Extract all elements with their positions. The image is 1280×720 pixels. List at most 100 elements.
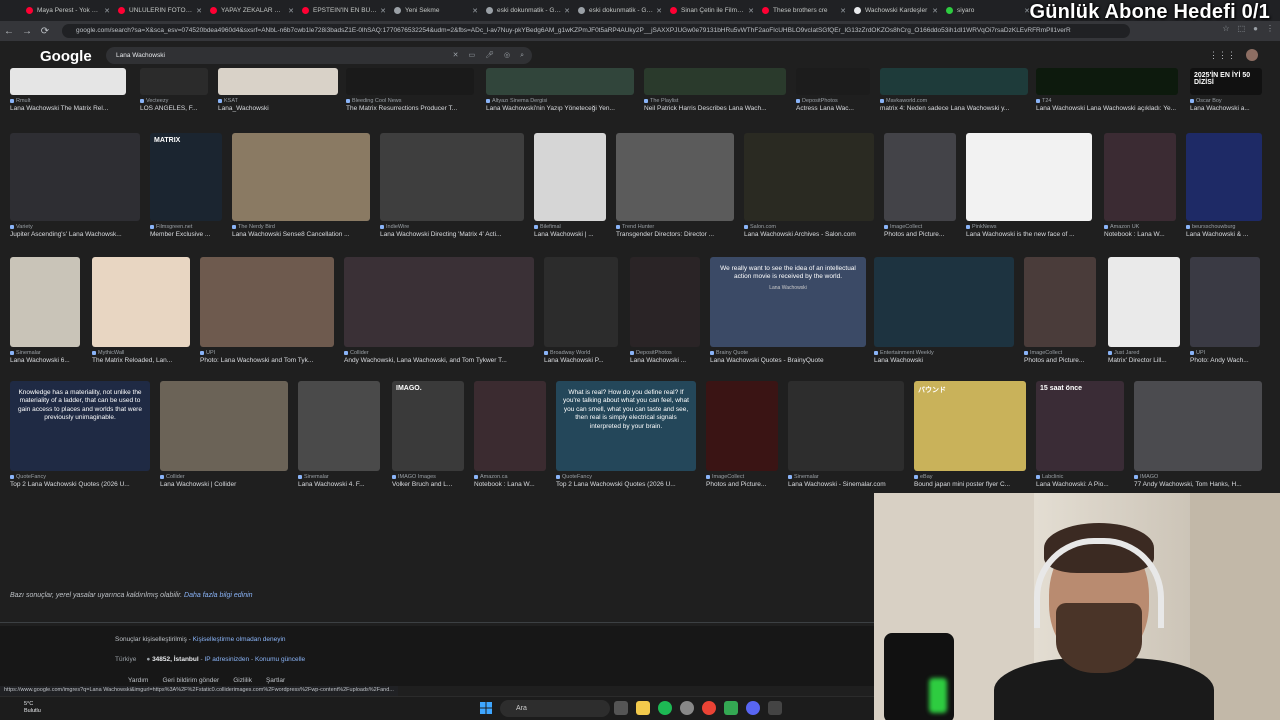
result-source[interactable]: UPI (200, 350, 334, 356)
result-thumbnail[interactable] (1134, 381, 1262, 471)
result-source[interactable]: Bleeding Cool News (346, 98, 474, 104)
bookmark-star-icon[interactable]: ☆ (1222, 24, 1229, 33)
result-source[interactable]: KSAT (218, 98, 338, 104)
result-source[interactable]: Collider (160, 474, 288, 480)
ip-address-link[interactable]: IP adresinizden (204, 656, 249, 663)
result-thumbnail[interactable] (1036, 68, 1178, 95)
result-thumbnail[interactable] (380, 133, 524, 221)
result-title[interactable]: Photos and Picture... (1024, 357, 1096, 364)
image-result[interactable]: 2025'İN EN İYİ 50 DİZİSİ Oscar Boy Lana Wa… (1190, 68, 1262, 112)
result-source[interactable]: QuoteFancy (10, 474, 150, 480)
result-source[interactable]: T24 (1036, 98, 1178, 104)
image-result[interactable]: ImageCollect Photos and Picture... (1024, 257, 1096, 364)
result-source[interactable]: Collider (344, 350, 534, 356)
result-source[interactable]: Vecteezy (140, 98, 208, 104)
image-result[interactable]: IndieWire Lana Wachowski Directing 'Matri… (380, 133, 524, 238)
result-title[interactable]: Notebook : Lana W... (1104, 231, 1176, 238)
browser-tab[interactable]: Yeni Sekme ✕ (390, 2, 482, 20)
tab-close-icon[interactable]: ✕ (748, 7, 754, 15)
result-title[interactable]: Top 2 Lana Wachowski Quotes (2026 U... (10, 481, 150, 488)
browser-tab[interactable]: Maya Perest - Yok Bas ✕ (22, 2, 114, 20)
result-thumbnail[interactable] (744, 133, 874, 221)
result-source[interactable]: MythicWall (92, 350, 190, 356)
result-title[interactable]: Lana Wachowski Quotes - BrainyQuote (710, 357, 866, 364)
result-title[interactable]: Lana Wachowski & ... (1186, 231, 1262, 238)
browser-tab[interactable]: YAPAY ZEKALAR KEND✕ (206, 2, 298, 20)
browser-tab[interactable]: ÜNLÜLERİN FOTOĞRA ✕ (114, 2, 206, 20)
result-thumbnail[interactable]: 15 saat önce (1036, 381, 1124, 471)
result-title[interactable]: Lana Wachowski Directing 'Matrix 4' Acti… (380, 231, 524, 238)
result-title[interactable]: Lana Wachowski ... (630, 357, 700, 364)
feedback-link[interactable]: Geri bildirim gönder (162, 677, 219, 684)
result-thumbnail[interactable] (788, 381, 904, 471)
result-title[interactable]: matrix 4: Neden sadece Lana Wachowski y.… (880, 105, 1028, 112)
tab-close-icon[interactable]: ✕ (196, 7, 202, 15)
result-thumbnail[interactable] (10, 68, 126, 95)
result-source[interactable]: ImageCollect (1024, 350, 1096, 356)
image-result[interactable]: PinkNews Lana Wachowski is the new face o… (966, 133, 1092, 238)
result-thumbnail[interactable] (1186, 133, 1262, 221)
browser-tab[interactable]: siyaro ✕ (942, 2, 1034, 20)
image-result[interactable]: Sinemalar Lana Wachowski 4. F... (298, 381, 380, 488)
result-thumbnail[interactable]: What is real? How do you define real? If… (556, 381, 696, 471)
result-source[interactable]: Sinemalar (10, 350, 80, 356)
result-title[interactable]: 77 Andy Wachowski, Tom Hanks, H... (1134, 481, 1262, 488)
image-result[interactable]: KSAT Lana_Wachowski (218, 68, 338, 112)
result-thumbnail[interactable] (92, 257, 190, 347)
image-result[interactable]: Variety Jupiter Ascending's' Lana Wachows… (10, 133, 140, 238)
result-title[interactable]: Lana Wachowski P... (544, 357, 618, 364)
image-result[interactable]: We really want to see the idea of an int… (710, 257, 866, 364)
result-source[interactable]: Oscar Boy (1190, 98, 1262, 104)
result-title[interactable]: Lana Wachowski Archives - Salon.com (744, 231, 874, 238)
result-source[interactable]: DepositPhotos (796, 98, 870, 104)
result-thumbnail[interactable]: Knowledge has a materiality, not unlike … (10, 381, 150, 471)
browser-tab[interactable]: EPSTEIN'IN EN BÜYÜK ✕ (298, 2, 390, 20)
result-source[interactable]: IndieWire (380, 224, 524, 230)
result-source[interactable]: IMAGO (1134, 474, 1262, 480)
result-title[interactable]: Photo: Lana Wachowski and Tom Tyk... (200, 357, 334, 364)
result-thumbnail[interactable] (232, 133, 370, 221)
image-result[interactable]: The Nerdy Bird Lana Wachowski Sense8 Canc… (232, 133, 370, 238)
back-icon[interactable]: ← (0, 26, 18, 37)
result-source[interactable]: Entertainment Weekly (874, 350, 1014, 356)
result-title[interactable]: Member Exclusive ... (150, 231, 222, 238)
result-thumbnail[interactable]: バウンド (914, 381, 1026, 471)
google-logo[interactable]: Google (40, 48, 92, 65)
taskbar-search[interactable]: Ara (500, 700, 610, 717)
result-title[interactable]: Lana Wachowski | ... (534, 231, 606, 238)
image-result[interactable]: Rmult Lana Wachowski The Matrix Rel... (10, 68, 126, 112)
result-thumbnail[interactable] (544, 257, 618, 347)
close-icon[interactable]: ✕ (453, 47, 459, 64)
image-result[interactable]: 15 saat önce Labclinic Lana Wachowski: A P… (1036, 381, 1124, 488)
result-title[interactable]: Lana Wachowski | Collider (160, 481, 288, 488)
tab-close-icon[interactable]: ✕ (104, 7, 110, 15)
browser-tab[interactable]: eski dokunmatik - Goo ✕ (574, 2, 666, 20)
result-title[interactable]: The Matrix Resurrections Producer T... (346, 105, 474, 112)
apps-grid-icon[interactable]: ⋮⋮⋮ (1209, 50, 1236, 61)
result-thumbnail[interactable] (200, 257, 334, 347)
result-title[interactable]: Lana Wachowski Lana Wachowski açıkladı: … (1036, 105, 1178, 112)
result-thumbnail[interactable] (474, 381, 546, 471)
tab-close-icon[interactable]: ✕ (656, 7, 662, 15)
result-source[interactable]: Amazon.ca (474, 474, 546, 480)
result-thumbnail[interactable]: We really want to see the idea of an int… (710, 257, 866, 347)
browser-tab[interactable]: Wachowski Kardeşler ✕ (850, 2, 942, 20)
result-source[interactable]: UPI (1190, 350, 1260, 356)
result-source[interactable]: Sinemalar (298, 474, 380, 480)
tab-close-icon[interactable]: ✕ (288, 7, 294, 15)
tab-close-icon[interactable]: ✕ (932, 7, 938, 15)
result-thumbnail[interactable] (10, 133, 140, 221)
result-source[interactable]: eBay (914, 474, 1026, 480)
mic-icon[interactable]: 🎤︎ (485, 47, 494, 64)
result-title[interactable]: Lana Wachowski (874, 357, 1014, 364)
image-result[interactable]: Sinemalar Lana Wachowski 6... (10, 257, 80, 364)
learn-more-link[interactable]: Daha fazla bilgi edinin (184, 592, 253, 599)
file-explorer-icon[interactable] (636, 701, 650, 715)
image-result[interactable]: Knowledge has a materiality, not unlike … (10, 381, 150, 488)
image-search-icon[interactable]: ▭ (468, 47, 475, 64)
result-thumbnail[interactable]: 2025'İN EN İYİ 50 DİZİSİ (1190, 68, 1262, 95)
tab-close-icon[interactable]: ✕ (380, 7, 386, 15)
result-source[interactable]: ImageCollect (884, 224, 956, 230)
result-thumbnail[interactable] (10, 257, 80, 347)
image-result[interactable]: Mavkaworld.com matrix 4: Neden sadece Lan… (880, 68, 1028, 112)
